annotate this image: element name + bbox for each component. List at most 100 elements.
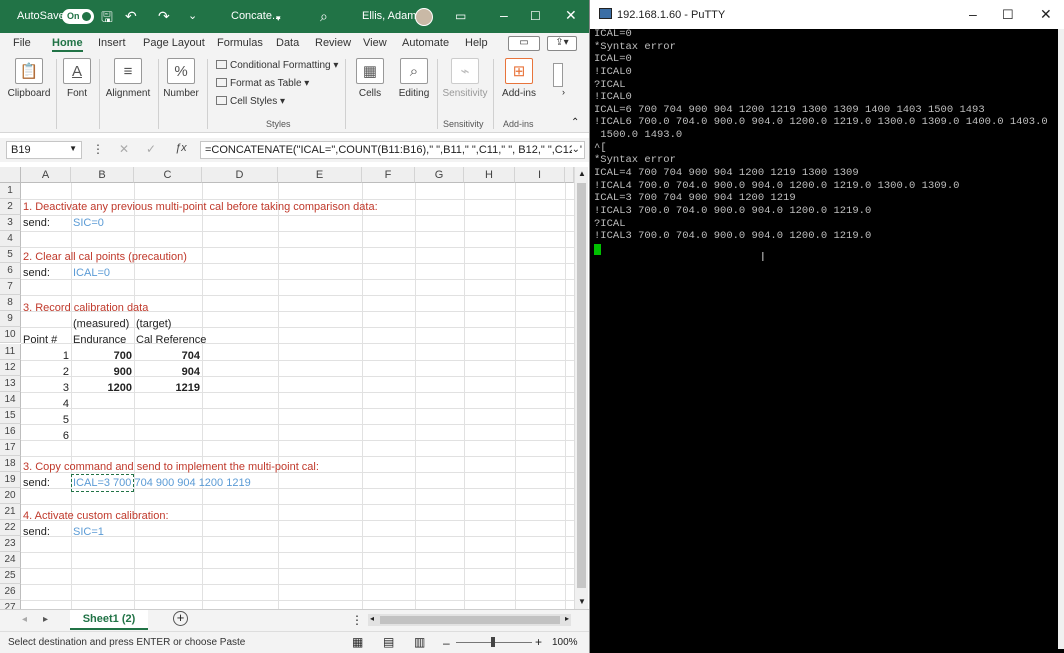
ribbon-display-icon[interactable]: ▭ (455, 9, 466, 23)
sheet-prev-icon[interactable]: ◂ (22, 614, 27, 625)
minimize-icon[interactable]: – (500, 8, 508, 22)
enter-icon[interactable]: ✓ (146, 142, 156, 156)
add-sheet-icon[interactable]: + (173, 611, 188, 626)
row-header[interactable]: 27 (0, 600, 21, 609)
ribbon-scroll-right-icon[interactable]: › (562, 87, 565, 97)
row-header[interactable]: 12 (0, 359, 21, 376)
tab-home[interactable]: Home (52, 37, 83, 52)
maximize-icon[interactable]: ☐ (530, 9, 541, 23)
cell-b12[interactable]: 900 (71, 364, 132, 380)
cell-a5[interactable]: 2. Clear all cal points (precaution) (23, 249, 187, 265)
row-header[interactable]: 24 (0, 552, 21, 569)
minimize-icon[interactable]: – (969, 6, 977, 22)
redo-icon[interactable]: ↷ (158, 9, 170, 23)
column-header[interactable]: A (21, 167, 71, 183)
scroll-right-icon[interactable]: ▸ (565, 614, 569, 623)
user-name[interactable]: Ellis, Adam (362, 10, 416, 22)
row-header[interactable]: 26 (0, 584, 21, 601)
zoom-slider-thumb[interactable] (491, 637, 495, 647)
cell-a2[interactable]: 1. Deactivate any previous multi-point c… (23, 199, 378, 215)
zoom-level[interactable]: 100% (552, 637, 578, 648)
cell-a11[interactable]: 1 (21, 348, 69, 364)
cell-a12[interactable]: 2 (21, 364, 69, 380)
cell-c13[interactable]: 1219 (134, 380, 200, 396)
cell-c12[interactable]: 904 (134, 364, 200, 380)
page-layout-icon[interactable]: ▤ (383, 635, 394, 649)
cancel-icon[interactable]: ✕ (119, 142, 129, 156)
sheet-tab[interactable]: Sheet1 (2) (70, 610, 148, 630)
cell-styles-button[interactable]: Cell Styles ▾ (216, 96, 285, 107)
share-icon[interactable]: ⇪▾ (547, 36, 577, 51)
name-box-dropdown-icon[interactable]: ▼ (69, 144, 77, 153)
row-header[interactable]: 11 (0, 343, 21, 360)
cell-c11[interactable]: 704 (134, 348, 200, 364)
row-header[interactable]: 7 (0, 279, 21, 296)
maximize-icon[interactable]: ☐ (1002, 7, 1014, 23)
cell-a3[interactable]: send: (23, 215, 50, 231)
scroll-thumb[interactable] (577, 183, 586, 588)
scroll-down-icon[interactable]: ▼ (578, 597, 586, 606)
cell-a14[interactable]: 4 (21, 396, 69, 412)
editing-button[interactable]: ⌕ Editing (396, 58, 432, 99)
zoom-slider[interactable] (456, 637, 532, 647)
cells-button[interactable]: ▦ Cells (353, 58, 387, 99)
ribbon-more-icon[interactable] (553, 63, 563, 87)
undo-icon[interactable]: ↶ (125, 9, 137, 23)
cell-a10[interactable]: Point # (23, 332, 57, 348)
cell-a13[interactable]: 3 (21, 380, 69, 396)
row-header[interactable]: 10 (0, 327, 21, 344)
cell-b10[interactable]: Endurance (73, 332, 126, 348)
comments-icon[interactable]: ▭ (508, 36, 540, 51)
addins-button[interactable]: ⊞ Add-ins (499, 58, 539, 99)
cell-a19[interactable]: send: (23, 475, 50, 491)
row-header[interactable]: 8 (0, 295, 21, 312)
tab-insert[interactable]: Insert (98, 37, 126, 49)
column-header[interactable]: C (134, 167, 202, 183)
select-all-button[interactable] (0, 167, 21, 183)
customize-toolbar-icon[interactable]: ⌄ (188, 9, 197, 23)
sensitivity-button[interactable]: ⌁ Sensitivity (441, 58, 489, 99)
cell-a22[interactable]: send: (23, 524, 50, 540)
close-icon[interactable]: ✕ (1040, 6, 1052, 23)
row-header[interactable]: 23 (0, 536, 21, 553)
cell-b11[interactable]: 700 (71, 348, 132, 364)
row-header[interactable]: 22 (0, 520, 21, 537)
row-header[interactable]: 21 (0, 504, 21, 520)
collapse-ribbon-icon[interactable]: ⌃ (571, 117, 579, 128)
cell-a18[interactable]: 3. Copy command and send to implement th… (23, 459, 319, 475)
tab-file[interactable]: File (13, 37, 31, 49)
row-header[interactable]: 2 (0, 199, 21, 216)
column-header[interactable]: I (515, 167, 565, 183)
cell-a21[interactable]: 4. Activate custom calibration: (23, 508, 169, 524)
cell-b3[interactable]: SIC=0 (73, 215, 104, 231)
row-header[interactable]: 1 (0, 183, 21, 199)
font-button[interactable]: A Font (60, 58, 94, 99)
tab-automate[interactable]: Automate (402, 37, 449, 49)
cell-c10[interactable]: Cal Reference (136, 332, 206, 348)
column-header[interactable]: D (202, 167, 278, 183)
zoom-out-icon[interactable]: – (443, 636, 450, 650)
row-header[interactable]: 9 (0, 311, 21, 328)
tab-help[interactable]: Help (465, 37, 488, 49)
cell-b9[interactable]: (measured) (73, 316, 129, 332)
tabs-more-icon[interactable]: ⋮ (351, 613, 363, 627)
sheet-next-icon[interactable]: ▸ (43, 614, 48, 625)
more-options-icon[interactable]: ⋮ (92, 142, 104, 156)
close-icon[interactable]: ✕ (565, 8, 577, 22)
row-header[interactable]: 20 (0, 487, 21, 504)
row-header[interactable]: 4 (0, 231, 21, 248)
row-header[interactable]: 14 (0, 391, 21, 408)
column-header[interactable]: B (71, 167, 134, 183)
save-icon[interactable]: 🖫 (101, 10, 113, 24)
clipboard-button[interactable]: 📋 Clipboard (6, 58, 52, 99)
scroll-up-icon[interactable]: ▲ (578, 169, 586, 178)
cell-c9[interactable]: (target) (136, 316, 171, 332)
alignment-button[interactable]: ≡ Alignment (104, 58, 152, 99)
tab-formulas[interactable]: Formulas (217, 37, 263, 49)
insert-function-icon[interactable]: ƒx (175, 142, 187, 154)
row-header[interactable]: 5 (0, 247, 21, 264)
column-header[interactable]: E (278, 167, 362, 183)
cell-a6[interactable]: send: (23, 265, 50, 281)
row-header[interactable]: 16 (0, 423, 21, 440)
horizontal-scrollbar[interactable]: ◂ ▸ (368, 614, 571, 626)
